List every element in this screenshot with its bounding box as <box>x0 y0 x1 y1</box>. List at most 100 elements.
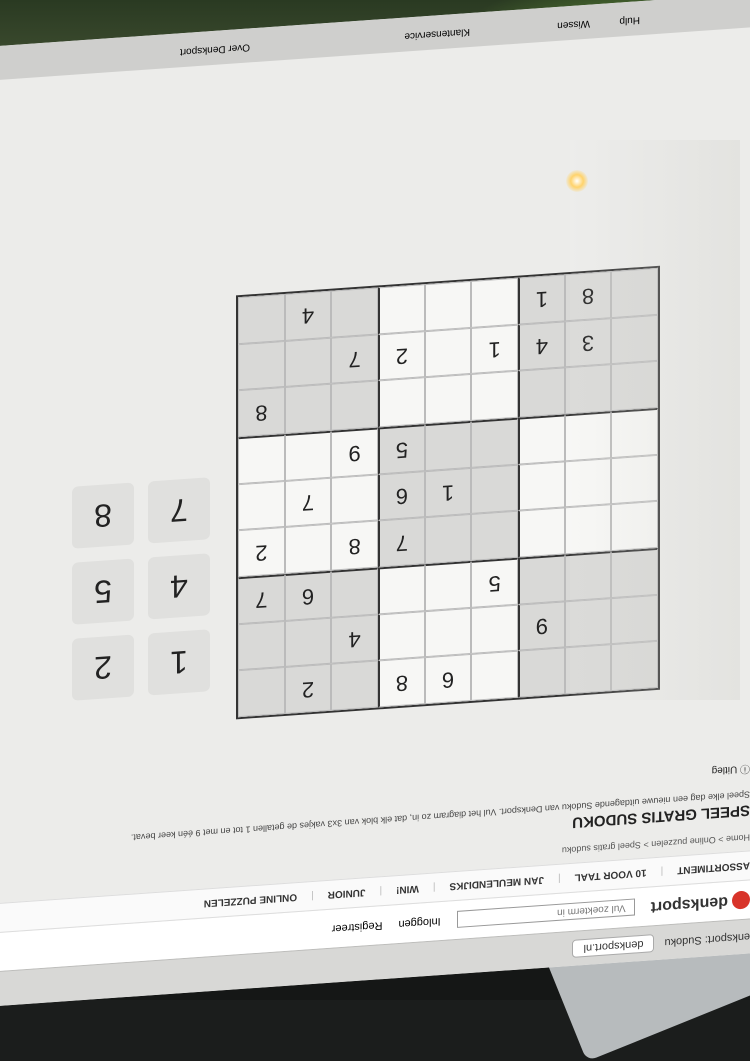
register-link[interactable]: Registreer <box>332 919 383 935</box>
nav-jan-meulendijks[interactable]: JAN MEULENDIJKS <box>449 874 543 892</box>
sudoku-cell[interactable]: 8 <box>238 387 285 438</box>
sudoku-cell[interactable]: 2 <box>378 330 425 381</box>
nav-junior[interactable]: JUNIOR <box>328 887 366 901</box>
sudoku-cell[interactable] <box>611 407 658 458</box>
sudoku-cell[interactable] <box>611 314 658 365</box>
sudoku-cell[interactable] <box>424 327 472 378</box>
sudoku-cell[interactable]: 6 <box>424 654 472 705</box>
sudoku-cell[interactable]: 4 <box>518 321 565 371</box>
sudoku-cell[interactable] <box>284 430 332 481</box>
sudoku-cell[interactable] <box>518 507 565 558</box>
search-input[interactable]: Vul zoekterm in <box>456 898 635 929</box>
sudoku-cell[interactable] <box>331 567 378 618</box>
sudoku-cell[interactable]: 6 <box>284 570 332 621</box>
sudoku-cell[interactable]: 4 <box>331 614 378 665</box>
sudoku-cell[interactable] <box>611 361 658 412</box>
sudoku-cell[interactable] <box>564 551 612 602</box>
nav-10-voor-taal[interactable]: 10 VOOR TAAL <box>575 867 647 883</box>
sudoku-cell[interactable] <box>424 280 472 331</box>
sudoku-cell[interactable]: 4 <box>284 290 332 341</box>
sudoku-cell[interactable] <box>424 607 472 658</box>
sudoku-cell[interactable] <box>331 660 378 711</box>
numpad-key[interactable]: 1 <box>148 629 210 696</box>
sudoku-cell[interactable]: 8 <box>331 520 378 571</box>
sudoku-cell[interactable] <box>518 554 565 605</box>
sudoku-cell[interactable] <box>611 547 658 598</box>
sudoku-cell[interactable] <box>471 464 518 515</box>
sudoku-cell[interactable] <box>238 620 285 671</box>
sudoku-cell[interactable] <box>424 560 472 611</box>
numpad-key[interactable]: 8 <box>72 482 134 549</box>
sudoku-cell[interactable] <box>564 364 612 415</box>
sudoku-cell[interactable]: 1 <box>518 274 565 325</box>
sudoku-cell[interactable] <box>611 594 658 645</box>
sudoku-cell[interactable] <box>518 367 565 418</box>
sudoku-cell[interactable]: 2 <box>284 664 332 714</box>
sudoku-cell[interactable] <box>238 340 285 391</box>
sudoku-cell[interactable] <box>378 610 425 661</box>
denksport-logo[interactable]: denksport <box>651 890 750 915</box>
address-bar[interactable]: denksport.nl <box>572 934 655 958</box>
sudoku-cell[interactable]: 9 <box>518 601 565 651</box>
sudoku-cell[interactable]: 7 <box>284 477 332 528</box>
sudoku-cell[interactable] <box>564 644 612 695</box>
sudoku-cell[interactable] <box>284 337 332 388</box>
sudoku-cell[interactable] <box>238 293 285 344</box>
sudoku-cell[interactable] <box>378 377 425 428</box>
sudoku-cell[interactable]: 6 <box>378 470 425 521</box>
footer-over-denksport[interactable]: Over Denksport <box>180 41 250 57</box>
tab-label[interactable]: Denksport: Sudoku <box>664 930 750 949</box>
sudoku-cell[interactable]: 8 <box>564 271 612 322</box>
sudoku-cell[interactable] <box>378 564 425 615</box>
nav-win[interactable]: WIN! <box>396 883 419 896</box>
sudoku-cell[interactable] <box>331 474 378 525</box>
sudoku-cell[interactable] <box>611 641 658 692</box>
numpad-key[interactable]: 2 <box>72 634 134 701</box>
sudoku-cell[interactable]: 5 <box>378 424 425 475</box>
sudoku-cell[interactable] <box>331 380 378 431</box>
sudoku-cell[interactable] <box>611 501 658 552</box>
login-link[interactable]: Inloggen <box>398 915 440 930</box>
sudoku-cell[interactable] <box>471 510 518 561</box>
numpad-key[interactable]: 4 <box>148 553 210 620</box>
sudoku-cell[interactable] <box>424 374 472 425</box>
sudoku-cell[interactable] <box>238 433 285 484</box>
sudoku-cell[interactable]: 1 <box>471 324 518 375</box>
sudoku-cell[interactable] <box>471 604 518 655</box>
sudoku-cell[interactable] <box>238 480 285 531</box>
sudoku-cell[interactable] <box>518 414 565 465</box>
sudoku-cell[interactable] <box>564 504 612 555</box>
sudoku-cell[interactable] <box>378 284 425 335</box>
nav-assortiment[interactable]: ASSORTIMENT <box>677 860 750 876</box>
hulp-button[interactable]: Hulp <box>619 14 640 26</box>
sudoku-cell[interactable] <box>284 524 332 574</box>
sudoku-cell[interactable]: 7 <box>378 517 425 568</box>
sudoku-cell[interactable] <box>471 370 518 421</box>
nav-online-puzzelen[interactable]: ONLINE PUZZELEN <box>204 892 297 910</box>
sudoku-cell[interactable] <box>518 461 565 511</box>
sudoku-cell[interactable]: 1 <box>424 467 472 518</box>
sudoku-cell[interactable]: 5 <box>471 557 518 608</box>
sudoku-cell[interactable] <box>424 420 472 471</box>
sudoku-cell[interactable] <box>238 667 285 718</box>
sudoku-cell[interactable] <box>471 417 518 468</box>
sudoku-cell[interactable] <box>424 514 472 565</box>
numpad-key[interactable]: 5 <box>72 558 134 625</box>
sudoku-cell[interactable] <box>564 411 612 462</box>
sudoku-cell[interactable] <box>564 457 612 508</box>
sudoku-cell[interactable]: 2 <box>238 527 285 578</box>
sudoku-cell[interactable]: 3 <box>564 317 612 368</box>
sudoku-cell[interactable] <box>331 287 378 338</box>
sudoku-cell[interactable] <box>471 650 518 701</box>
footer-klantenservice[interactable]: Klantenservice <box>404 26 470 42</box>
sudoku-cell[interactable]: 8 <box>378 657 425 708</box>
sudoku-cell[interactable]: 7 <box>331 334 378 385</box>
sudoku-cell[interactable] <box>564 597 612 648</box>
sudoku-cell[interactable] <box>284 384 332 434</box>
sudoku-cell[interactable]: 7 <box>238 573 285 624</box>
sudoku-cell[interactable] <box>611 267 658 318</box>
numpad-key[interactable]: 7 <box>148 477 210 544</box>
sudoku-cell[interactable]: 9 <box>331 427 378 478</box>
sudoku-cell[interactable] <box>284 617 332 668</box>
sudoku-cell[interactable] <box>471 277 518 328</box>
